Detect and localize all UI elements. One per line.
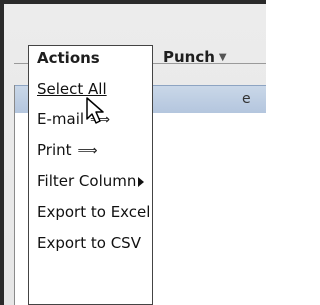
grid-header-text: e [242, 91, 251, 107]
tab-actions-label: Actions [37, 49, 100, 67]
menu-item-filter-column[interactable]: Filter Column [29, 168, 152, 194]
menu-item-label: E-mail [37, 110, 85, 128]
tab-punch[interactable]: Punch ▼ [163, 45, 266, 70]
menu-item-export-excel[interactable]: Export to Excel [29, 199, 152, 225]
chevron-down-icon[interactable]: ▼ [219, 52, 227, 63]
menu-item-export-csv[interactable]: Export to CSV [29, 230, 152, 256]
menu-item-print[interactable]: Print ⟹ [29, 137, 152, 163]
menu-item-label: Export to Excel [37, 203, 151, 221]
menu-item-label: Print [37, 141, 72, 159]
arrow-right-icon: ⟹ [77, 143, 98, 159]
menu-item-label: Filter Column [37, 172, 137, 190]
grid-left-border [14, 85, 15, 305]
menu-item-label: Export to CSV [37, 234, 141, 252]
tab-actions[interactable]: Actions [28, 45, 153, 70]
mouse-pointer-icon [86, 97, 104, 124]
tab-punch-label: Punch [163, 48, 215, 66]
submenu-arrow-icon [138, 177, 144, 187]
